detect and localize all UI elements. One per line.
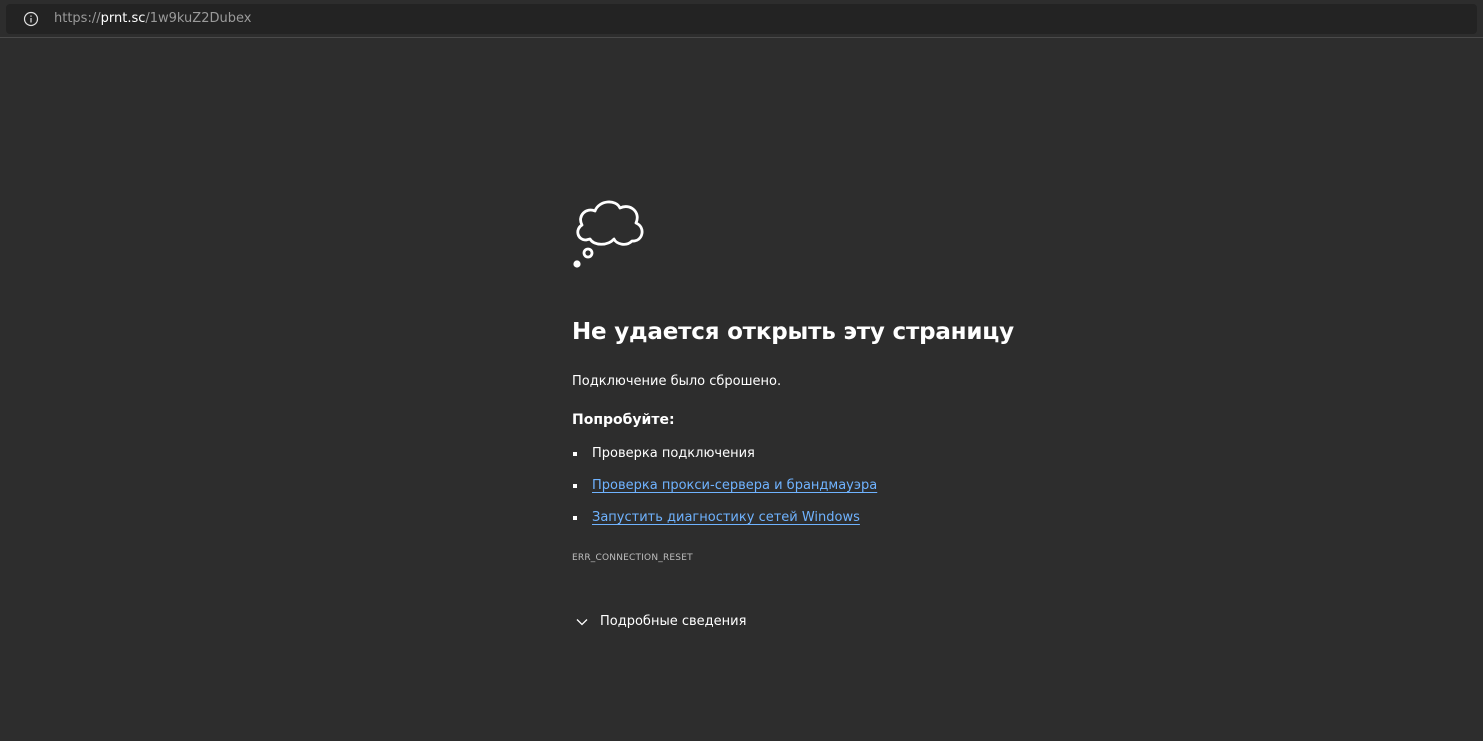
info-circle-icon[interactable] <box>23 11 39 27</box>
bullet-icon <box>573 484 577 488</box>
check-proxy-firewall-link[interactable]: Проверка прокси-сервера и брандмауэра <box>592 478 877 493</box>
url-protocol: https:// <box>54 11 101 26</box>
suggestion-label: Проверка подключения <box>592 446 755 461</box>
bullet-icon <box>573 452 577 456</box>
page-title: Не удается открыть эту страницу <box>572 319 1014 345</box>
bullet-icon <box>573 516 577 520</box>
error-description: Подключение было сброшено. <box>572 374 782 389</box>
suggestion-item-check-proxy: Проверка прокси-сервера и брандмауэра <box>572 477 877 509</box>
error-code: ERR_CONNECTION_RESET <box>572 553 693 563</box>
details-toggle-button[interactable]: Подробные сведения <box>574 612 746 632</box>
url-host: prnt.sc <box>100 11 146 26</box>
details-label: Подробные сведения <box>600 614 747 629</box>
suggestion-item-check-connection: Проверка подключения <box>572 445 877 477</box>
run-network-diagnostics-link[interactable]: Запустить диагностику сетей Windows <box>592 510 860 525</box>
suggestion-list: Проверка подключения Проверка прокси-сер… <box>572 445 877 541</box>
url-text[interactable]: https://prnt.sc/1w9kuZ2Dubex <box>54 11 251 27</box>
suggestion-item-run-diagnostics: Запустить диагностику сетей Windows <box>572 509 877 541</box>
address-bar: https://prnt.sc/1w9kuZ2Dubex <box>0 0 1483 38</box>
thought-cloud-icon <box>572 196 648 272</box>
address-field[interactable]: https://prnt.sc/1w9kuZ2Dubex <box>6 4 1477 34</box>
url-path: /1w9kuZ2Dubex <box>145 11 252 26</box>
try-heading: Попробуйте: <box>572 412 675 428</box>
chevron-down-icon <box>574 614 590 630</box>
